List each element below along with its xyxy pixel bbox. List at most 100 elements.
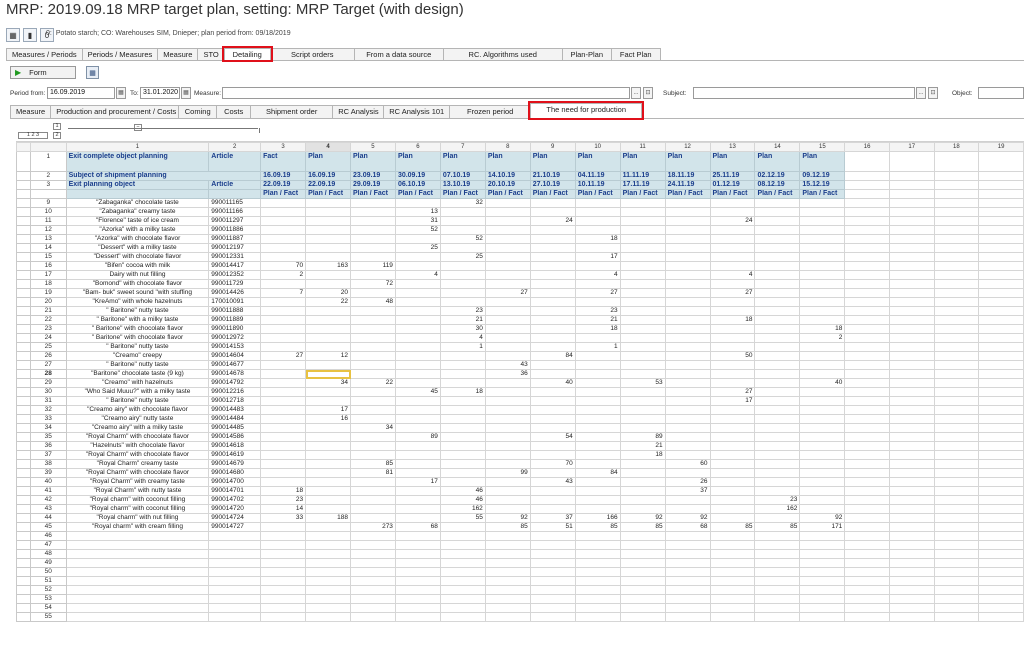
value-cell[interactable] xyxy=(350,495,396,505)
empty-cell[interactable] xyxy=(933,252,980,262)
empty-cell[interactable] xyxy=(888,333,935,343)
empty-cell[interactable] xyxy=(574,603,621,613)
value-cell[interactable]: 13 xyxy=(394,207,441,217)
value-cell[interactable] xyxy=(350,234,396,244)
value-cell[interactable] xyxy=(260,342,307,352)
value-cell[interactable] xyxy=(260,387,307,397)
value-cell[interactable] xyxy=(260,432,307,442)
value-cell[interactable] xyxy=(754,387,801,397)
row-number[interactable]: 21 xyxy=(29,306,67,316)
value-cell[interactable] xyxy=(484,270,531,280)
value-cell[interactable] xyxy=(754,207,801,217)
header-cell[interactable]: Plan / Fact xyxy=(664,189,711,199)
value-cell[interactable] xyxy=(799,252,846,262)
value-cell[interactable] xyxy=(529,297,576,307)
empty-cell[interactable] xyxy=(574,594,621,604)
empty-cell[interactable] xyxy=(799,603,846,613)
empty-cell[interactable] xyxy=(888,225,935,235)
empty-cell[interactable] xyxy=(888,540,935,550)
value-cell[interactable] xyxy=(305,207,351,217)
value-cell[interactable] xyxy=(619,252,666,262)
empty-cell[interactable] xyxy=(484,549,531,559)
row-number[interactable]: 2 xyxy=(29,171,67,181)
row-gutter[interactable] xyxy=(16,549,31,559)
row-gutter[interactable] xyxy=(16,567,31,577)
value-cell[interactable] xyxy=(574,207,621,217)
empty-cell[interactable] xyxy=(709,540,756,550)
value-cell[interactable]: 22 xyxy=(350,378,396,388)
row-number[interactable]: 29 xyxy=(29,378,67,388)
article-cell[interactable]: 170010091 xyxy=(208,297,262,307)
value-cell[interactable] xyxy=(664,306,711,316)
value-cell[interactable] xyxy=(709,450,756,460)
empty-cell[interactable] xyxy=(978,432,1024,442)
empty-cell[interactable] xyxy=(350,585,396,595)
empty-cell[interactable] xyxy=(754,594,801,604)
empty-cell[interactable] xyxy=(888,324,935,334)
column-header[interactable]: 19 xyxy=(978,142,1024,152)
value-cell[interactable] xyxy=(799,306,846,316)
empty-cell[interactable] xyxy=(574,567,621,577)
empty-cell[interactable] xyxy=(799,576,846,586)
empty-cell[interactable] xyxy=(439,558,486,568)
value-cell[interactable] xyxy=(439,477,486,487)
value-cell[interactable] xyxy=(260,468,307,478)
empty-cell[interactable] xyxy=(484,603,531,613)
empty-cell[interactable] xyxy=(844,378,890,388)
article-cell[interactable]: 990011888 xyxy=(208,306,262,316)
header-cell[interactable]: 27.10.19 xyxy=(529,180,576,190)
product-name-cell[interactable]: " Baritone" with chocolate flavor xyxy=(65,333,210,343)
value-cell[interactable] xyxy=(664,333,711,343)
header-cell[interactable]: Plan xyxy=(619,151,666,172)
product-name-cell[interactable]: " Baritone" nutty taste xyxy=(65,360,210,370)
empty-cell[interactable] xyxy=(844,234,890,244)
value-cell[interactable]: 18 xyxy=(574,234,621,244)
value-cell[interactable] xyxy=(305,306,351,316)
value-cell[interactable] xyxy=(754,297,801,307)
value-cell[interactable] xyxy=(664,432,711,442)
value-cell[interactable]: 25 xyxy=(394,243,441,253)
value-cell[interactable] xyxy=(439,216,486,226)
empty-cell[interactable] xyxy=(888,585,935,595)
value-cell[interactable] xyxy=(619,207,666,217)
header-cell[interactable]: 04.11.19 xyxy=(574,171,621,181)
empty-cell[interactable] xyxy=(844,261,890,271)
value-cell[interactable] xyxy=(394,306,441,316)
value-cell[interactable] xyxy=(574,333,621,343)
value-cell[interactable] xyxy=(574,351,621,361)
value-cell[interactable] xyxy=(350,198,396,208)
value-cell[interactable] xyxy=(664,369,711,379)
value-cell[interactable] xyxy=(484,198,531,208)
value-cell[interactable] xyxy=(529,360,576,370)
value-cell[interactable]: 70 xyxy=(529,459,576,469)
empty-cell[interactable] xyxy=(844,513,890,523)
row-number[interactable]: 53 xyxy=(29,594,67,604)
empty-cell[interactable] xyxy=(933,495,980,505)
empty-cell[interactable] xyxy=(933,324,980,334)
empty-cell[interactable] xyxy=(439,531,486,541)
empty-cell[interactable] xyxy=(709,558,756,568)
empty-cell[interactable] xyxy=(978,585,1024,595)
empty-cell[interactable] xyxy=(844,207,890,217)
value-cell[interactable] xyxy=(799,468,846,478)
value-cell[interactable] xyxy=(350,333,396,343)
form-button[interactable]: ▶ Form xyxy=(10,66,76,79)
value-cell[interactable] xyxy=(484,261,531,271)
value-cell[interactable] xyxy=(394,342,441,352)
value-cell[interactable] xyxy=(664,270,711,280)
value-cell[interactable] xyxy=(350,315,396,325)
header-cell[interactable]: Plan / Fact xyxy=(260,189,307,199)
value-cell[interactable] xyxy=(529,225,576,235)
row-gutter[interactable] xyxy=(16,432,31,442)
column-header[interactable]: 11 xyxy=(619,142,666,152)
empty-cell[interactable] xyxy=(260,540,307,550)
empty-cell[interactable] xyxy=(709,594,756,604)
value-cell[interactable]: 4 xyxy=(439,333,486,343)
header-cell[interactable]: 09.12.19 xyxy=(799,171,846,181)
empty-cell[interactable] xyxy=(799,594,846,604)
value-cell[interactable]: 72 xyxy=(350,279,396,289)
empty-cell[interactable] xyxy=(844,270,890,280)
header-cell[interactable]: Plan xyxy=(799,151,846,172)
value-cell[interactable] xyxy=(754,459,801,469)
header-cell[interactable]: Plan xyxy=(484,151,531,172)
